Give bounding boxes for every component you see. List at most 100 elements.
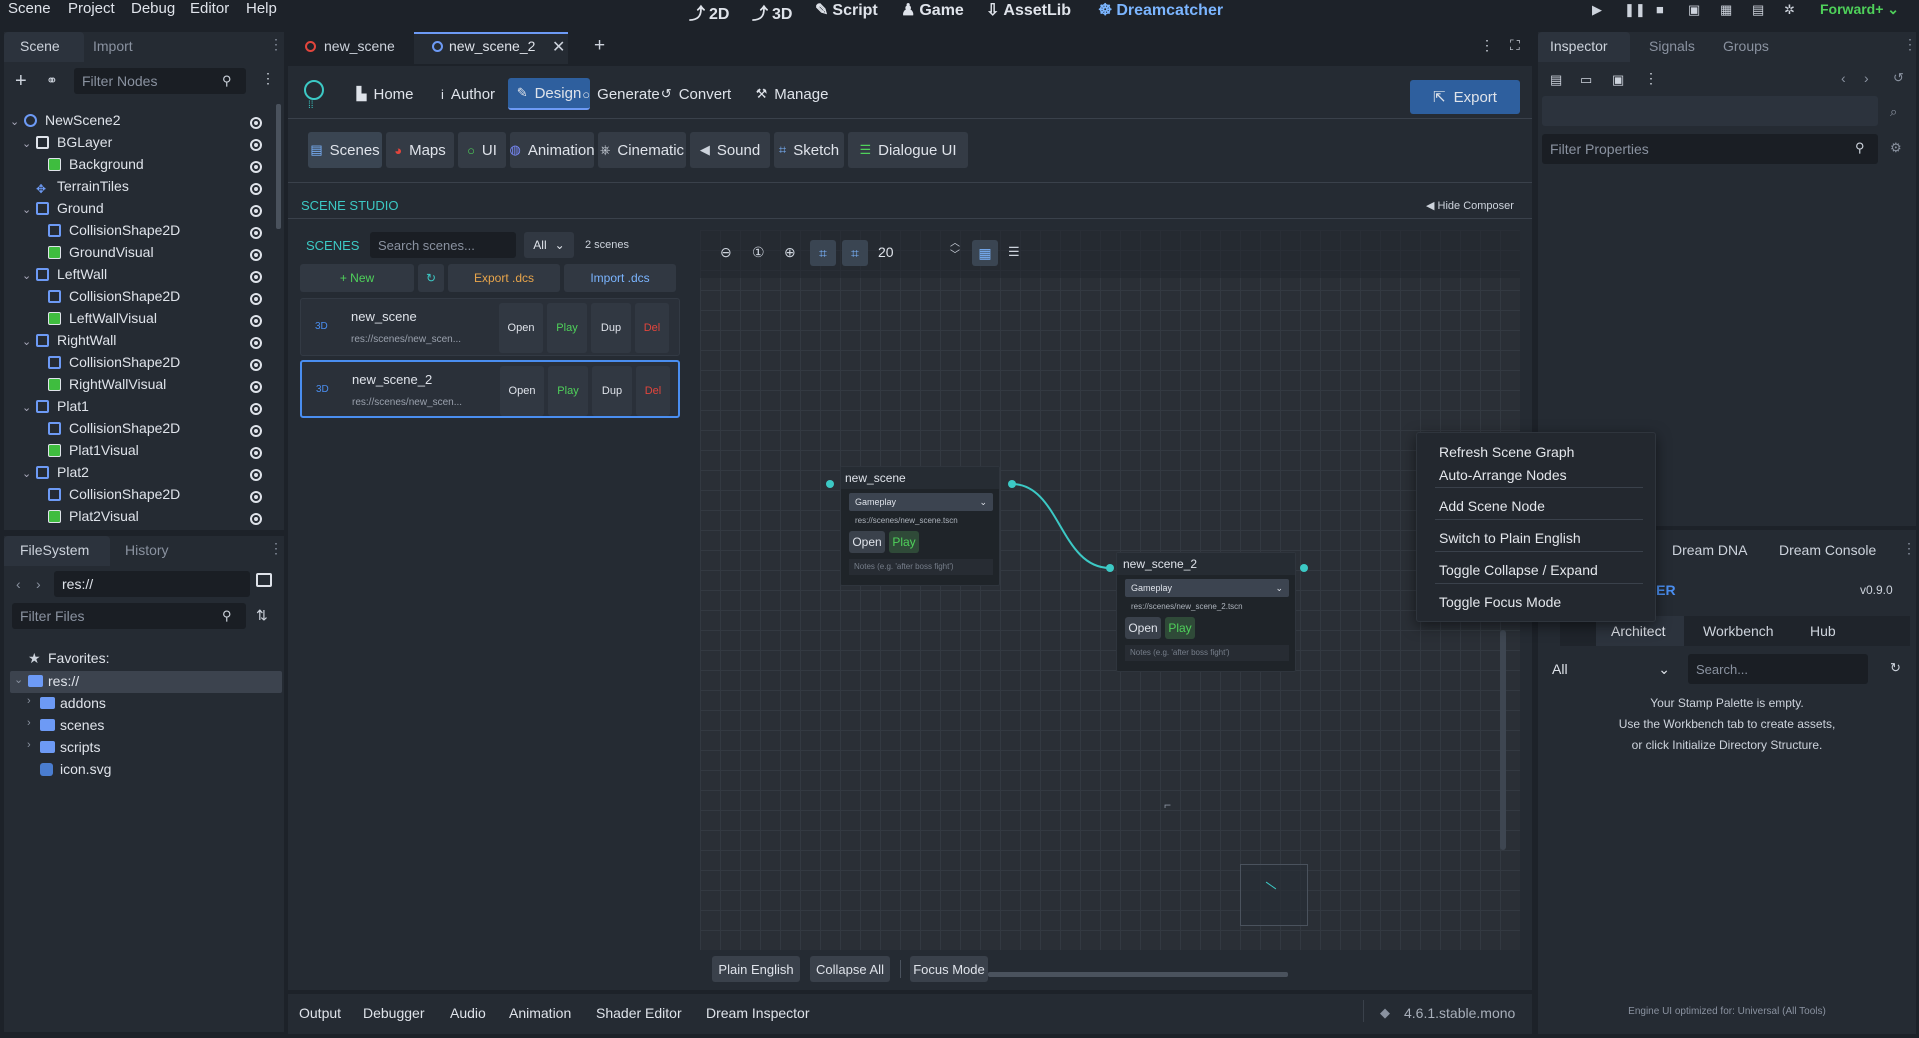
close-icon[interactable]: ✕ [552, 37, 565, 57]
chevron-down-icon[interactable]: ⌄ [22, 335, 34, 348]
graph-open-button[interactable]: Open [1125, 617, 1161, 639]
chevron-right-icon[interactable]: › [27, 695, 31, 707]
movie-icon[interactable]: ✲ [1784, 2, 1795, 18]
save-icon[interactable]: ▣ [1612, 72, 1624, 88]
search-scenes-input[interactable]: Search scenes... [370, 232, 516, 258]
fullscreen-icon[interactable]: ⛶ [1510, 37, 1520, 54]
menu-switch-plain-english[interactable]: Switch to Plain English [1439, 530, 1581, 546]
visibility-eye-icon[interactable] [250, 315, 262, 327]
plain-english-button[interactable]: Plain English [712, 956, 800, 982]
inspector-menu-icon[interactable]: ⋮ [1644, 70, 1658, 87]
scene-list-item[interactable]: 3D new_scene res://scenes/new_scen... Open P… [300, 298, 680, 356]
chevron-right-icon[interactable]: › [27, 739, 31, 751]
menu-debug[interactable]: Debug [131, 0, 175, 17]
delete-scene-button[interactable]: Del [635, 303, 669, 353]
input-port-icon[interactable] [826, 480, 834, 488]
tree-node-leftwall[interactable]: ⌄ LeftWall [4, 266, 274, 288]
visibility-eye-icon[interactable] [250, 469, 262, 481]
visibility-eye-icon[interactable] [250, 249, 262, 261]
workspace-game[interactable]: ♟ Game [901, 0, 964, 20]
tree-node-collisionshape2d[interactable]: CollisionShape2D [4, 288, 274, 310]
tree-node-background[interactable]: Background [4, 156, 274, 178]
sort-icon[interactable]: ⇅ [256, 607, 268, 624]
tab-workbench[interactable]: Workbench [1703, 623, 1774, 639]
visibility-eye-icon[interactable] [250, 513, 262, 525]
tab-output[interactable]: Output [299, 1005, 341, 1021]
sub-tab-animation[interactable]: ◍ Animation [509, 132, 595, 168]
tab-signals[interactable]: Signals [1649, 38, 1695, 54]
workspace-3d[interactable]: ⤴ 3D [752, 0, 792, 24]
tree-node-plat1visual[interactable]: Plat1Visual [4, 442, 274, 464]
tree-node-ground[interactable]: ⌄ Ground [4, 200, 274, 222]
plugin-tab-home[interactable]: ▙ Home [344, 78, 426, 110]
workspace-script[interactable]: ✎ Script [815, 0, 878, 20]
root-folder[interactable]: res:// [48, 673, 79, 689]
open-folder-icon[interactable]: ▭ [1580, 72, 1592, 88]
stop-icon[interactable]: ■ [1656, 2, 1664, 17]
tree-node-leftwallvisual[interactable]: LeftWallVisual [4, 310, 274, 332]
filter-properties-input[interactable]: Filter Properties [1542, 134, 1878, 164]
file-icon-svg[interactable]: icon.svg [60, 761, 111, 777]
tab-debugger[interactable]: Debugger [363, 1005, 425, 1021]
workspace-assetlib[interactable]: ⇩ AssetLib [986, 0, 1071, 20]
stamp-category-select[interactable]: All ⌄ [1544, 654, 1676, 684]
hide-composer-button[interactable]: ◀ Hide Composer [1426, 199, 1514, 212]
graph-notes-input[interactable]: Notes (e.g. 'after boss fight') [1125, 645, 1289, 661]
chevron-down-icon[interactable]: ⌄ [14, 673, 23, 686]
tree-node-groundvisual[interactable]: GroundVisual [4, 244, 274, 266]
add-tab-icon[interactable]: + [594, 35, 605, 57]
menu-add-scene-node[interactable]: Add Scene Node [1439, 498, 1545, 514]
tab-dream-console[interactable]: Dream Console [1779, 542, 1876, 558]
sub-tab-cinematic[interactable]: ⎈ Cinematic [598, 132, 686, 168]
chevron-down-icon[interactable]: ⌄ [10, 115, 22, 128]
graph-node-new-scene-2[interactable]: new_scene_2 Gameplay ⌄ res://scenes/new_s… [1116, 552, 1296, 672]
scene-tree-scrollbar[interactable] [276, 104, 281, 229]
sub-tab-maps[interactable]: ◕ Maps [386, 132, 454, 168]
visibility-eye-icon[interactable] [250, 359, 262, 371]
export-dcs-button[interactable]: Export .dcs [448, 264, 560, 292]
folder-scenes[interactable]: scenes [60, 717, 104, 733]
sub-tab-ui[interactable]: ○ UI [458, 132, 506, 168]
open-scene-button[interactable]: Open [499, 303, 543, 353]
category-select[interactable]: Gameplay ⌄ [1125, 579, 1289, 597]
plugin-tab-manage[interactable]: ⚒ Manage [746, 78, 838, 110]
tab-dream-dna[interactable]: Dream DNA [1672, 542, 1747, 558]
menu-editor[interactable]: Editor [190, 0, 229, 17]
menu-refresh-scene-graph[interactable]: Refresh Scene Graph [1439, 444, 1574, 460]
export-button[interactable]: ⇱ Export [1410, 80, 1520, 114]
tree-node-collisionshape2d[interactable]: CollisionShape2D [4, 420, 274, 442]
toggle-split-icon[interactable] [256, 573, 272, 587]
input-port-icon[interactable] [1106, 564, 1114, 572]
dock-menu-icon[interactable]: ⋮ [1903, 36, 1917, 53]
remote-debug-icon[interactable]: ▣ [1688, 2, 1700, 18]
tab-shader-editor[interactable]: Shader Editor [596, 1005, 682, 1021]
tab-groups[interactable]: Groups [1723, 38, 1769, 54]
folder-scripts[interactable]: scripts [60, 739, 100, 755]
chevron-down-icon[interactable]: ⌄ [22, 203, 34, 216]
focus-mode-button[interactable]: Focus Mode [910, 956, 988, 982]
sub-tab-sound[interactable]: ◀ Sound [690, 132, 770, 168]
play-icon[interactable]: ▶ [1592, 2, 1602, 18]
object-path-field[interactable] [1542, 96, 1878, 126]
tab-dream-inspector[interactable]: Dream Inspector [706, 1005, 809, 1021]
menu-help[interactable]: Help [246, 0, 277, 17]
refresh-icon[interactable]: ↻ [1890, 660, 1901, 676]
play-scene-icon[interactable]: ▦ [1720, 2, 1732, 18]
tab-inspector[interactable]: Inspector [1550, 38, 1608, 54]
tree-node-terraintiles[interactable]: ✥ TerrainTiles [4, 178, 274, 200]
sub-tab-sketch[interactable]: ⌗ Sketch [774, 132, 844, 168]
tree-node-collisionshape2d[interactable]: CollisionShape2D [4, 354, 274, 376]
history-back-icon[interactable]: ‹ [1841, 70, 1846, 86]
new-scene-button[interactable]: + New [300, 264, 414, 292]
properties-options-icon[interactable]: ⚙ [1890, 140, 1902, 156]
sub-tab-scenes[interactable]: ▤ Scenes [308, 132, 382, 168]
scene-list-item[interactable]: 3D new_scene_2 res://scenes/new_scen... Ope… [300, 360, 680, 418]
graph-notes-input[interactable]: Notes (e.g. 'after boss fight') [849, 559, 993, 575]
menu-auto-arrange-nodes[interactable]: Auto-Arrange Nodes [1439, 467, 1567, 483]
tab-menu-icon[interactable]: ⋮ [1480, 37, 1494, 54]
dock-menu-icon[interactable]: ⋮ [269, 540, 283, 557]
duplicate-scene-button[interactable]: Dup [592, 366, 632, 416]
visibility-eye-icon[interactable] [250, 381, 262, 393]
tree-node-bglayer[interactable]: ⌄ BGLayer [4, 134, 274, 156]
renderer-select[interactable]: Forward+ ⌄ [1820, 1, 1899, 18]
